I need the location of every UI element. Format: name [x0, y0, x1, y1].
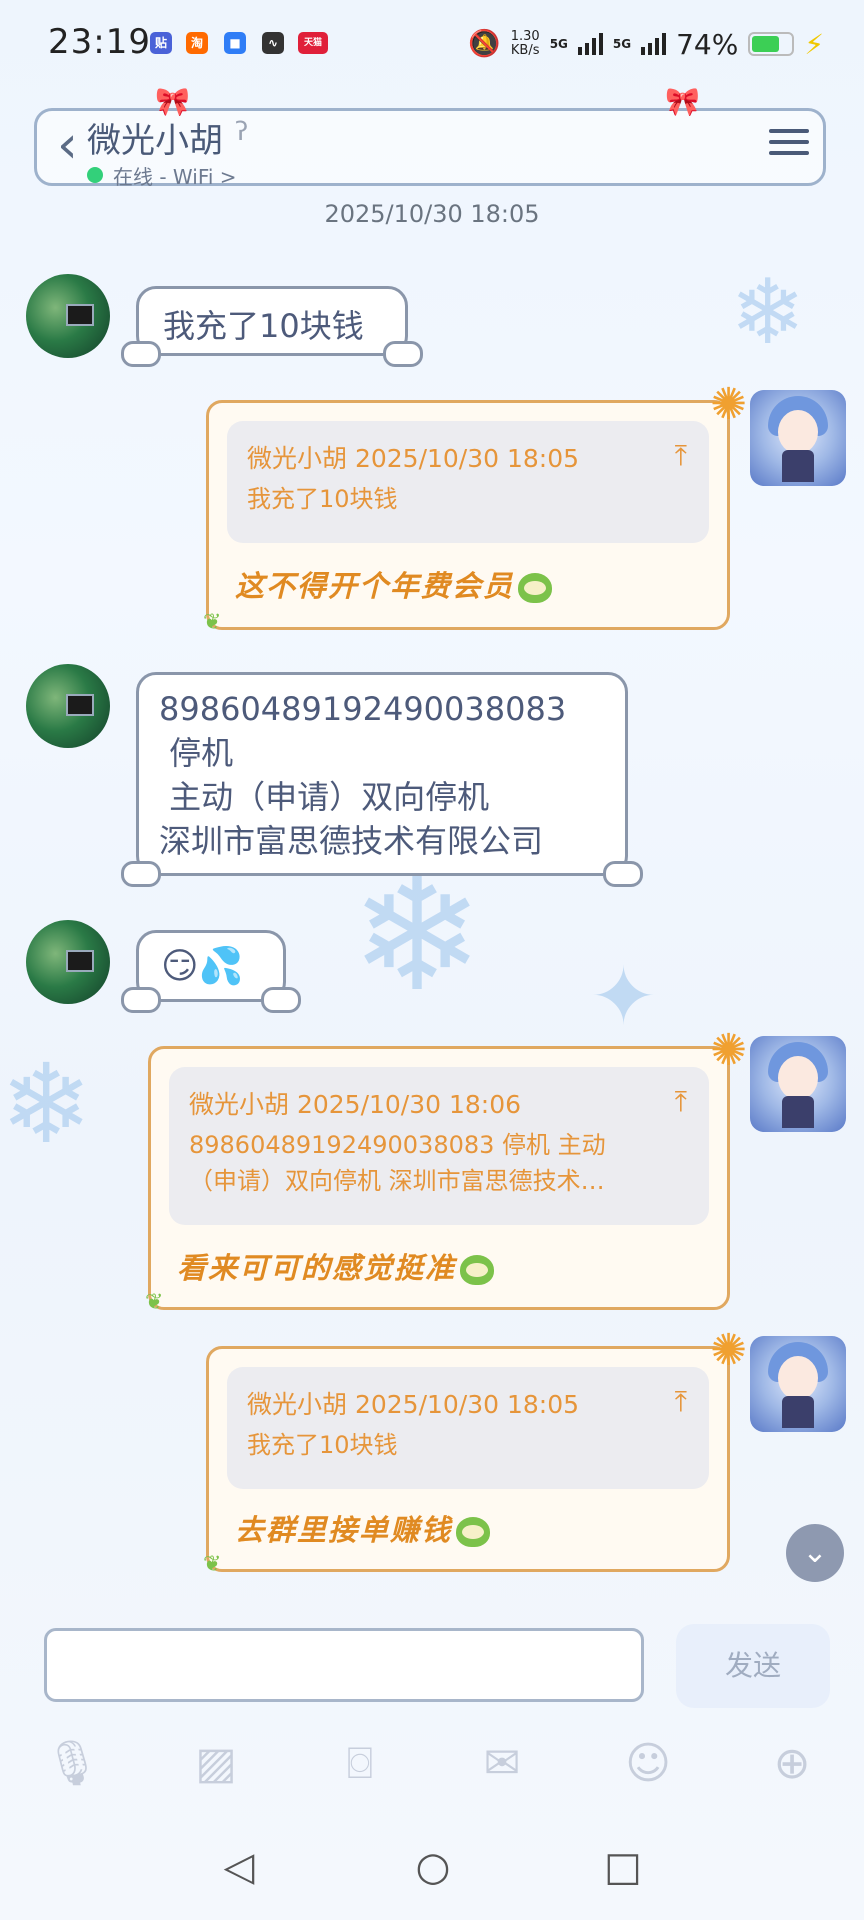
back-button[interactable]: ‹ — [57, 117, 87, 177]
quote-body: 89860489192490038083 停机 主动 （申请）双向停机 深圳市富… — [189, 1131, 606, 1195]
message-bubble-right[interactable]: ✺ ❦ 微光小胡 2025/10/30 18:06 ⤒ 898604891924… — [145, 1025, 747, 1315]
sender-avatar[interactable] — [26, 664, 110, 748]
message-bubble-right[interactable]: ✺ ❦ 微光小胡 2025/10/30 18:05 ⤒ 我充了10块钱 去群里接… — [203, 1325, 747, 1577]
message-bubble-left[interactable]: 😏💦 — [121, 930, 301, 1013]
contact-name[interactable]: 微光小胡 — [87, 113, 223, 162]
quote-body: 我充了10块钱 — [247, 485, 398, 513]
quoted-message[interactable]: 微光小胡 2025/10/30 18:05 ⤒ 我充了10块钱 — [227, 1367, 709, 1489]
message-input[interactable] — [44, 1628, 644, 1702]
signal-bars-icon — [641, 33, 667, 55]
message-text: 我充了10块钱 — [163, 307, 364, 345]
charging-bolt-icon: ⚡ — [804, 27, 824, 61]
network-speed: 1.30 KB/s — [511, 30, 540, 58]
nav-recents-button[interactable]: □ — [598, 1842, 648, 1892]
chat-timestamp: 2025/10/30 18:05 — [324, 200, 540, 228]
message-text: 89860489192490038083 停机 主动（申请）双向停机 深圳市富思… — [159, 690, 567, 860]
frog-emoji-icon — [460, 1255, 495, 1285]
sun-decoration: ✺ — [710, 1025, 747, 1076]
online-status[interactable]: 在线 - WiFi > — [113, 161, 237, 190]
tieba-app-icon: 贴 — [150, 32, 172, 54]
link-app-icon: ∿ — [262, 32, 284, 54]
signal-bars-icon — [577, 33, 603, 55]
leaf-decoration: ❦ — [203, 1552, 222, 1577]
message-app-icon: ■ — [224, 32, 246, 54]
mute-bell-icon: 🔕 — [468, 29, 501, 59]
my-avatar[interactable] — [750, 390, 846, 486]
sender-avatar[interactable] — [26, 920, 110, 1004]
quote-body: 我充了10块钱 — [247, 1431, 398, 1459]
message-bubble-left[interactable]: 89860489192490038083 停机 主动（申请）双向停机 深圳市富思… — [121, 672, 643, 887]
jump-to-quote-icon[interactable]: ⤒ — [675, 1085, 687, 1119]
reply-text-row: 看来可可的感觉挺准 — [177, 1245, 495, 1287]
status-indicators: 🔕 1.30 KB/s 5G 5G 74% ⚡ — [468, 24, 824, 64]
camera-icon[interactable]: ⌼ — [332, 1736, 388, 1792]
taobao-app-icon: 淘 — [186, 32, 208, 54]
tmall-app-icon: 天猫 — [298, 32, 328, 54]
star-decoration: ✦ — [590, 950, 658, 1043]
sun-decoration: ✺ — [710, 379, 747, 430]
quote-header: 微光小胡 2025/10/30 18:05 — [247, 444, 580, 473]
battery-fill — [752, 36, 780, 52]
jump-to-quote-icon[interactable]: ⤒ — [675, 439, 687, 473]
nav-home-button[interactable]: ○ — [408, 1842, 458, 1892]
menu-button[interactable] — [769, 125, 809, 161]
message-bubble-right[interactable]: ✺ ❦ 微光小胡 2025/10/30 18:05 ⤒ 我充了10块钱 这不得开… — [203, 379, 747, 635]
reply-text: 去群里接单赚钱 — [235, 1513, 453, 1547]
reply-text-row: 这不得开个年费会员 — [235, 563, 553, 605]
quote-header: 微光小胡 2025/10/30 18:05 — [247, 1390, 580, 1419]
bow-decoration: 🎀 — [665, 85, 700, 118]
scroll-to-bottom-button[interactable]: ⌄ — [786, 1524, 844, 1582]
jump-to-quote-icon[interactable]: ⤒ — [675, 1385, 687, 1419]
plus-icon[interactable]: ⊕ — [764, 1736, 820, 1792]
reply-text: 看来可可的感觉挺准 — [177, 1251, 457, 1285]
snowflake-decoration: ❄ — [730, 260, 806, 365]
network-speed-value: 1.30 — [510, 29, 540, 44]
leaf-decoration: ❦ — [145, 1290, 164, 1315]
battery-icon — [748, 32, 795, 56]
snowflake-decoration: ❄ — [0, 1040, 93, 1168]
frog-emoji-icon — [456, 1517, 491, 1547]
nav-back-button[interactable]: ◁ — [214, 1842, 264, 1892]
message-bubble-left[interactable]: 我充了10块钱 — [121, 286, 423, 367]
mic-icon[interactable]: 🎙 — [44, 1736, 100, 1792]
red-packet-icon[interactable]: ✉ — [474, 1736, 530, 1792]
ear-icon[interactable]: ʔ — [235, 117, 248, 147]
sender-avatar[interactable] — [26, 274, 110, 358]
quoted-message[interactable]: 微光小胡 2025/10/30 18:05 ⤒ 我充了10块钱 — [227, 421, 709, 543]
quote-header: 微光小胡 2025/10/30 18:06 — [189, 1090, 522, 1119]
online-dot-icon — [87, 167, 103, 183]
status-bar: 23:19 贴 淘 ■ ∿ 天猫 🔕 1.30 KB/s 5G 5G 74% ⚡ — [0, 0, 864, 92]
emoji-icon[interactable]: ☺ — [620, 1736, 676, 1792]
my-avatar[interactable] — [750, 1036, 846, 1132]
signal-type-1: 5G — [549, 37, 568, 51]
image-icon[interactable]: ▨ — [188, 1736, 244, 1792]
network-speed-unit: KB/s — [510, 43, 540, 58]
leaf-decoration: ❦ — [203, 610, 222, 635]
battery-percent: 74% — [676, 27, 739, 61]
status-time: 23:19 — [48, 22, 151, 62]
signal-type-2: 5G — [612, 37, 632, 51]
my-avatar[interactable] — [750, 1336, 846, 1432]
quoted-message[interactable]: 微光小胡 2025/10/30 18:06 ⤒ 8986048919249003… — [169, 1067, 709, 1225]
frog-emoji-icon — [518, 573, 553, 603]
reply-text: 这不得开个年费会员 — [235, 569, 515, 603]
emoji-message: 😏💦 — [161, 946, 244, 987]
send-button[interactable]: 发送 — [676, 1624, 830, 1708]
reply-text-row: 去群里接单赚钱 — [235, 1507, 491, 1549]
chat-header: 🎀 🎀 ‹ 微光小胡 ʔ 在线 - WiFi > — [34, 85, 826, 189]
sun-decoration: ✺ — [710, 1325, 747, 1376]
